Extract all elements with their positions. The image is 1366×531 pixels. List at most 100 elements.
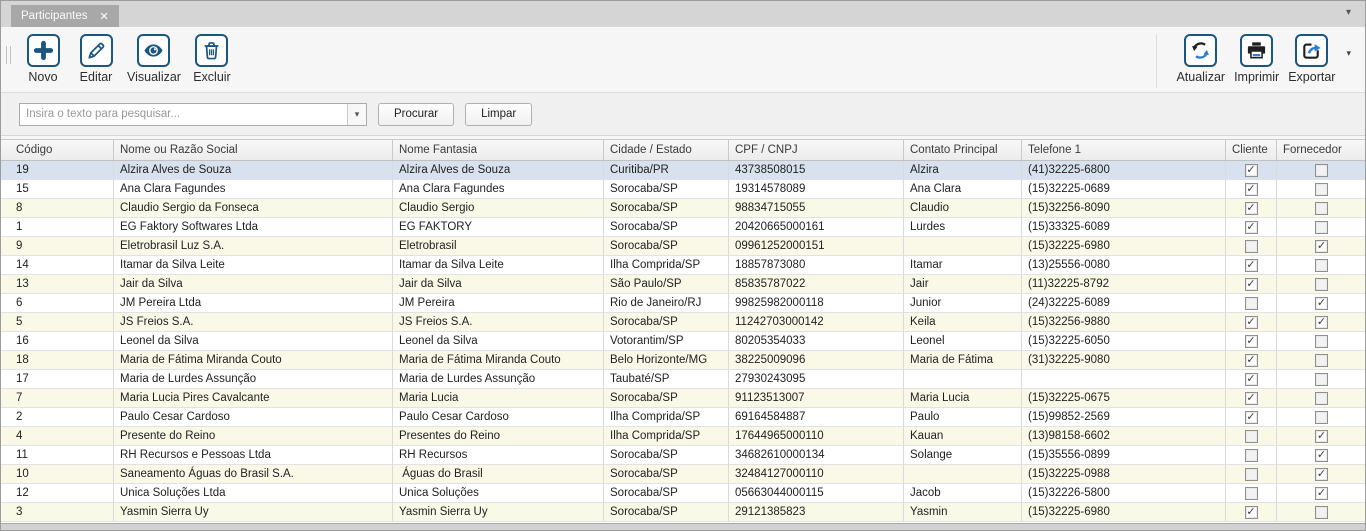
cliente-checkbox[interactable] (1245, 449, 1258, 462)
cell-nome: Alzira Alves de Souza (114, 161, 393, 180)
grid-row-16[interactable]: 16Leonel da SilvaLeonel da SilvaVotorant… (1, 332, 1365, 351)
cliente-checkbox[interactable]: ✓ (1245, 164, 1258, 177)
search-dropdown-arrow-icon[interactable]: ▾ (347, 104, 366, 125)
grid-row-19[interactable]: 19Alzira Alves de SouzaAlzira Alves de S… (1, 161, 1365, 180)
printer-icon (1240, 34, 1273, 67)
column-header-telefone[interactable]: Telefone 1 (1022, 140, 1226, 160)
toolbar-grip[interactable] (6, 46, 11, 64)
cell-cpf: 32484127000110 (729, 465, 904, 484)
limpar-button[interactable]: Limpar (465, 103, 532, 126)
grid-row-11[interactable]: 11RH Recursos e Pessoas LtdaRH RecursosS… (1, 446, 1365, 465)
fornecedor-checkbox[interactable]: ✓ (1315, 449, 1328, 462)
grid-row-14[interactable]: 14Itamar da Silva LeiteItamar da Silva L… (1, 256, 1365, 275)
cell-cpf: 05663044000115 (729, 484, 904, 503)
column-header-cidade[interactable]: Cidade / Estado (604, 140, 729, 160)
column-header-codigo[interactable]: Código (1, 140, 114, 160)
cell-fornecedor (1277, 351, 1365, 370)
cell-fornecedor (1277, 256, 1365, 275)
column-header-contato[interactable]: Contato Principal (904, 140, 1022, 160)
cell-fantasia: EG FAKTORY (393, 218, 604, 237)
participantes-window: Participantes ✕ ▾ Novo Editar (0, 0, 1366, 531)
cliente-checkbox[interactable] (1245, 468, 1258, 481)
fornecedor-checkbox[interactable]: ✓ (1315, 316, 1328, 329)
visualizar-button[interactable]: Visualizar (127, 34, 181, 84)
excluir-button[interactable]: Excluir (190, 34, 234, 84)
cliente-checkbox[interactable]: ✓ (1245, 411, 1258, 424)
cliente-checkbox[interactable]: ✓ (1245, 316, 1258, 329)
fornecedor-checkbox[interactable] (1315, 278, 1328, 291)
imprimir-button[interactable]: Imprimir (1234, 34, 1279, 88)
procurar-button[interactable]: Procurar (378, 103, 454, 126)
tab-close-icon[interactable]: ✕ (99, 10, 108, 23)
fornecedor-checkbox[interactable]: ✓ (1315, 240, 1328, 253)
column-header-fantasia[interactable]: Nome Fantasia (393, 140, 604, 160)
cliente-checkbox[interactable]: ✓ (1245, 373, 1258, 386)
cell-cidade: Sorocaba/SP (604, 389, 729, 408)
fornecedor-checkbox[interactable] (1315, 183, 1328, 196)
grid-row-7[interactable]: 7Maria Lucia Pires CavalcanteMaria Lucia… (1, 389, 1365, 408)
cliente-checkbox[interactable] (1245, 430, 1258, 443)
cliente-checkbox[interactable]: ✓ (1245, 278, 1258, 291)
cell-cliente: ✓ (1226, 389, 1277, 408)
grid-row-2[interactable]: 2Paulo Cesar CardosoPaulo Cesar CardosoI… (1, 408, 1365, 427)
grid-row-9[interactable]: 9Eletrobrasil Luz S.A.EletrobrasilSoroca… (1, 237, 1365, 256)
fornecedor-checkbox[interactable] (1315, 506, 1328, 519)
cell-cidade: Sorocaba/SP (604, 446, 729, 465)
exportar-button[interactable]: Exportar (1288, 34, 1335, 88)
exportar-dropdown-arrow-icon[interactable]: ▾ (1346, 48, 1351, 59)
cliente-checkbox[interactable]: ✓ (1245, 259, 1258, 272)
cliente-checkbox[interactable] (1245, 487, 1258, 500)
cliente-checkbox[interactable]: ✓ (1245, 202, 1258, 215)
cell-telefone: (41)32225-6800 (1022, 161, 1226, 180)
column-header-cpf[interactable]: CPF / CNPJ (729, 140, 904, 160)
editar-button[interactable]: Editar (74, 34, 118, 84)
grid-row-10[interactable]: 10Saneamento Águas do Brasil S.A. Águas … (1, 465, 1365, 484)
cell-cliente (1226, 446, 1277, 465)
cell-fornecedor (1277, 408, 1365, 427)
fornecedor-checkbox[interactable]: ✓ (1315, 468, 1328, 481)
cell-codigo: 7 (1, 389, 114, 408)
fornecedor-checkbox[interactable] (1315, 411, 1328, 424)
cell-nome: Itamar da Silva Leite (114, 256, 393, 275)
grid-row-15[interactable]: 15Ana Clara FagundesAna Clara FagundesSo… (1, 180, 1365, 199)
grid-row-3[interactable]: 3Yasmin Sierra UyYasmin Sierra UySorocab… (1, 503, 1365, 522)
column-header-fornecedor[interactable]: Fornecedor (1277, 140, 1365, 160)
cliente-checkbox[interactable]: ✓ (1245, 183, 1258, 196)
fornecedor-checkbox[interactable]: ✓ (1315, 430, 1328, 443)
fornecedor-checkbox[interactable] (1315, 202, 1328, 215)
fornecedor-checkbox[interactable] (1315, 259, 1328, 272)
fornecedor-checkbox[interactable] (1315, 354, 1328, 367)
grid-row-17[interactable]: 17Maria de Lurdes AssunçãoMaria de Lurde… (1, 370, 1365, 389)
cell-fornecedor: ✓ (1277, 313, 1365, 332)
fornecedor-checkbox[interactable] (1315, 335, 1328, 348)
fornecedor-checkbox[interactable] (1315, 221, 1328, 234)
cliente-checkbox[interactable]: ✓ (1245, 354, 1258, 367)
cliente-checkbox[interactable] (1245, 240, 1258, 253)
cliente-checkbox[interactable]: ✓ (1245, 506, 1258, 519)
search-input[interactable] (20, 104, 347, 125)
grid-row-8[interactable]: 8Claudio Sergio da FonsecaClaudio Sergio… (1, 199, 1365, 218)
cliente-checkbox[interactable]: ✓ (1245, 221, 1258, 234)
fornecedor-checkbox[interactable]: ✓ (1315, 297, 1328, 310)
grid-row-13[interactable]: 13Jair da SilvaJair da SilvaSão Paulo/SP… (1, 275, 1365, 294)
grid-row-6[interactable]: 6JM Pereira LtdaJM PereiraRio de Janeiro… (1, 294, 1365, 313)
fornecedor-checkbox[interactable] (1315, 164, 1328, 177)
grid-row-12[interactable]: 12Unica Soluções LtdaUnica SoluçõesSoroc… (1, 484, 1365, 503)
tab-participantes[interactable]: Participantes ✕ (11, 5, 119, 27)
grid-row-18[interactable]: 18Maria de Fátima Miranda CoutoMaria de … (1, 351, 1365, 370)
fornecedor-checkbox[interactable] (1315, 392, 1328, 405)
tab-overflow-arrow-icon[interactable]: ▾ (1346, 7, 1351, 18)
cell-codigo: 2 (1, 408, 114, 427)
atualizar-button[interactable]: Atualizar (1176, 34, 1225, 88)
novo-button[interactable]: Novo (21, 34, 65, 84)
grid-row-1[interactable]: 1EG Faktory Softwares LtdaEG FAKTORYSoro… (1, 218, 1365, 237)
cliente-checkbox[interactable] (1245, 297, 1258, 310)
column-header-cliente[interactable]: Cliente (1226, 140, 1277, 160)
cliente-checkbox[interactable]: ✓ (1245, 392, 1258, 405)
fornecedor-checkbox[interactable]: ✓ (1315, 487, 1328, 500)
cliente-checkbox[interactable]: ✓ (1245, 335, 1258, 348)
column-header-nome[interactable]: Nome ou Razão Social (114, 140, 393, 160)
fornecedor-checkbox[interactable] (1315, 373, 1328, 386)
grid-row-4[interactable]: 4Presente do ReinoPresentes do ReinoIlha… (1, 427, 1365, 446)
grid-row-5[interactable]: 5JS Freios S.A.JS Freios S.A.Sorocaba/SP… (1, 313, 1365, 332)
